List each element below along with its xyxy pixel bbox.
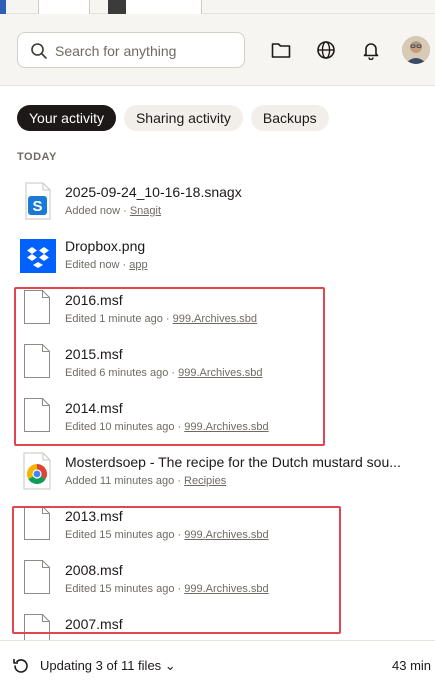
item-status: Added now <box>65 205 121 217</box>
item-status: Edited 10 minutes ago <box>65 421 175 433</box>
strip-tab <box>126 0 202 14</box>
item-location-link[interactable]: Snagit <box>130 205 161 217</box>
item-meta: Edited 1 minute ago · 999.Archives.sbd <box>65 312 257 326</box>
item-location-link[interactable]: 999.Archives.sbd <box>173 313 257 325</box>
item-location-link[interactable]: 999.Archives.sbd <box>184 529 268 541</box>
item-status: Edited 1 minute ago <box>65 313 163 325</box>
item-separator: · <box>174 583 185 595</box>
item-status: Added 11 minutes ago <box>65 475 175 487</box>
item-separator: · <box>120 205 130 217</box>
item-status: Edited 15 minutes ago <box>65 583 175 595</box>
item-location-link[interactable]: 999.Archives.sbd <box>178 367 262 379</box>
status-bar: Updating 3 of 11 files ⌄ 43 min <box>0 640 435 687</box>
list-item[interactable]: Dropbox.png Edited now · app <box>0 232 435 286</box>
item-separator: · <box>162 313 173 325</box>
item-name[interactable]: 2014.msf <box>65 399 417 417</box>
header: Search for anything <box>0 14 435 86</box>
avatar[interactable] <box>402 36 430 64</box>
item-status: Edited 15 minutes ago <box>65 529 175 541</box>
sync-icon <box>13 659 28 673</box>
sync-time: 43 min <box>392 658 432 673</box>
tab-sharing-activity[interactable]: Sharing activity <box>123 105 243 131</box>
strip-tab <box>38 0 90 14</box>
activity-list: S 2025-09-24_10-16-18.snagx Added now · … <box>0 178 435 664</box>
item-name[interactable]: 2007.msf <box>65 615 417 633</box>
item-location-link[interactable]: 999.Archives.sbd <box>184 421 268 433</box>
bell-icon[interactable] <box>360 39 382 61</box>
item-location-link[interactable]: app <box>129 259 147 271</box>
item-meta: Added 11 minutes ago · Recipies <box>65 474 226 488</box>
item-meta: Edited 15 minutes ago · 999.Archives.sbd <box>65 528 269 542</box>
item-name[interactable]: Mosterdsoep - The recipe for the Dutch m… <box>65 453 417 471</box>
item-meta: Added now · Snagit <box>65 204 161 218</box>
snagit-icon: S <box>20 182 56 220</box>
file-icon <box>20 506 56 544</box>
item-meta: Edited 10 minutes ago · 999.Archives.sbd <box>65 420 269 434</box>
item-name[interactable]: 2008.msf <box>65 561 417 579</box>
item-name[interactable]: 2013.msf <box>65 507 417 525</box>
list-item[interactable]: S 2025-09-24_10-16-18.snagx Added now · … <box>0 178 435 232</box>
activity-tabs: Your activity Sharing activity Backups <box>17 105 329 131</box>
sync-status-text: Updating 3 of 11 files <box>40 658 162 673</box>
list-item[interactable]: 2014.msf Edited 10 minutes ago · 999.Arc… <box>0 394 435 448</box>
top-strip <box>0 0 435 14</box>
item-name[interactable]: 2016.msf <box>65 291 417 309</box>
list-item[interactable]: 2013.msf Edited 15 minutes ago · 999.Arc… <box>0 502 435 556</box>
search-icon <box>31 43 47 59</box>
item-separator: · <box>174 475 185 487</box>
svg-text:S: S <box>32 198 42 215</box>
file-icon <box>20 560 56 598</box>
chrome-icon <box>20 452 56 490</box>
item-separator: · <box>168 367 179 379</box>
item-meta: Edited 15 minutes ago · 999.Archives.sbd <box>65 582 269 596</box>
window-edge <box>0 0 6 14</box>
item-location-link[interactable]: 999.Archives.sbd <box>184 583 268 595</box>
item-name[interactable]: Dropbox.png <box>65 237 417 255</box>
item-separator: · <box>174 421 185 433</box>
list-item[interactable]: 2016.msf Edited 1 minute ago · 999.Archi… <box>0 286 435 340</box>
section-heading: TODAY <box>17 151 57 163</box>
item-location-link[interactable]: Recipies <box>184 475 226 487</box>
item-status: Edited 6 minutes ago <box>65 367 169 379</box>
item-name[interactable]: 2025-09-24_10-16-18.snagx <box>65 183 417 201</box>
strip-block <box>108 0 126 14</box>
folder-icon[interactable] <box>270 39 292 61</box>
item-status: Edited now <box>65 259 120 271</box>
tab-backups[interactable]: Backups <box>250 105 329 131</box>
sync-status[interactable]: Updating 3 of 11 files ⌄ <box>40 658 176 674</box>
file-icon <box>20 290 56 328</box>
chevron-down-icon: ⌄ <box>164 658 176 673</box>
tab-your-activity[interactable]: Your activity <box>17 105 116 131</box>
dropbox-icon <box>20 236 56 274</box>
item-separator: · <box>119 259 130 271</box>
item-name[interactable]: 2015.msf <box>65 345 417 363</box>
item-separator: · <box>174 529 185 541</box>
globe-icon[interactable] <box>315 39 337 61</box>
list-item[interactable]: 2008.msf Edited 15 minutes ago · 999.Arc… <box>0 556 435 610</box>
list-item[interactable]: Mosterdsoep - The recipe for the Dutch m… <box>0 448 435 502</box>
file-icon <box>20 344 56 382</box>
item-meta: Edited 6 minutes ago · 999.Archives.sbd <box>65 366 263 380</box>
search-placeholder: Search for anything <box>55 43 177 59</box>
item-meta: Edited now · app <box>65 258 148 272</box>
search-input[interactable]: Search for anything <box>17 32 245 68</box>
file-icon <box>20 398 56 436</box>
list-item[interactable]: 2015.msf Edited 6 minutes ago · 999.Arch… <box>0 340 435 394</box>
